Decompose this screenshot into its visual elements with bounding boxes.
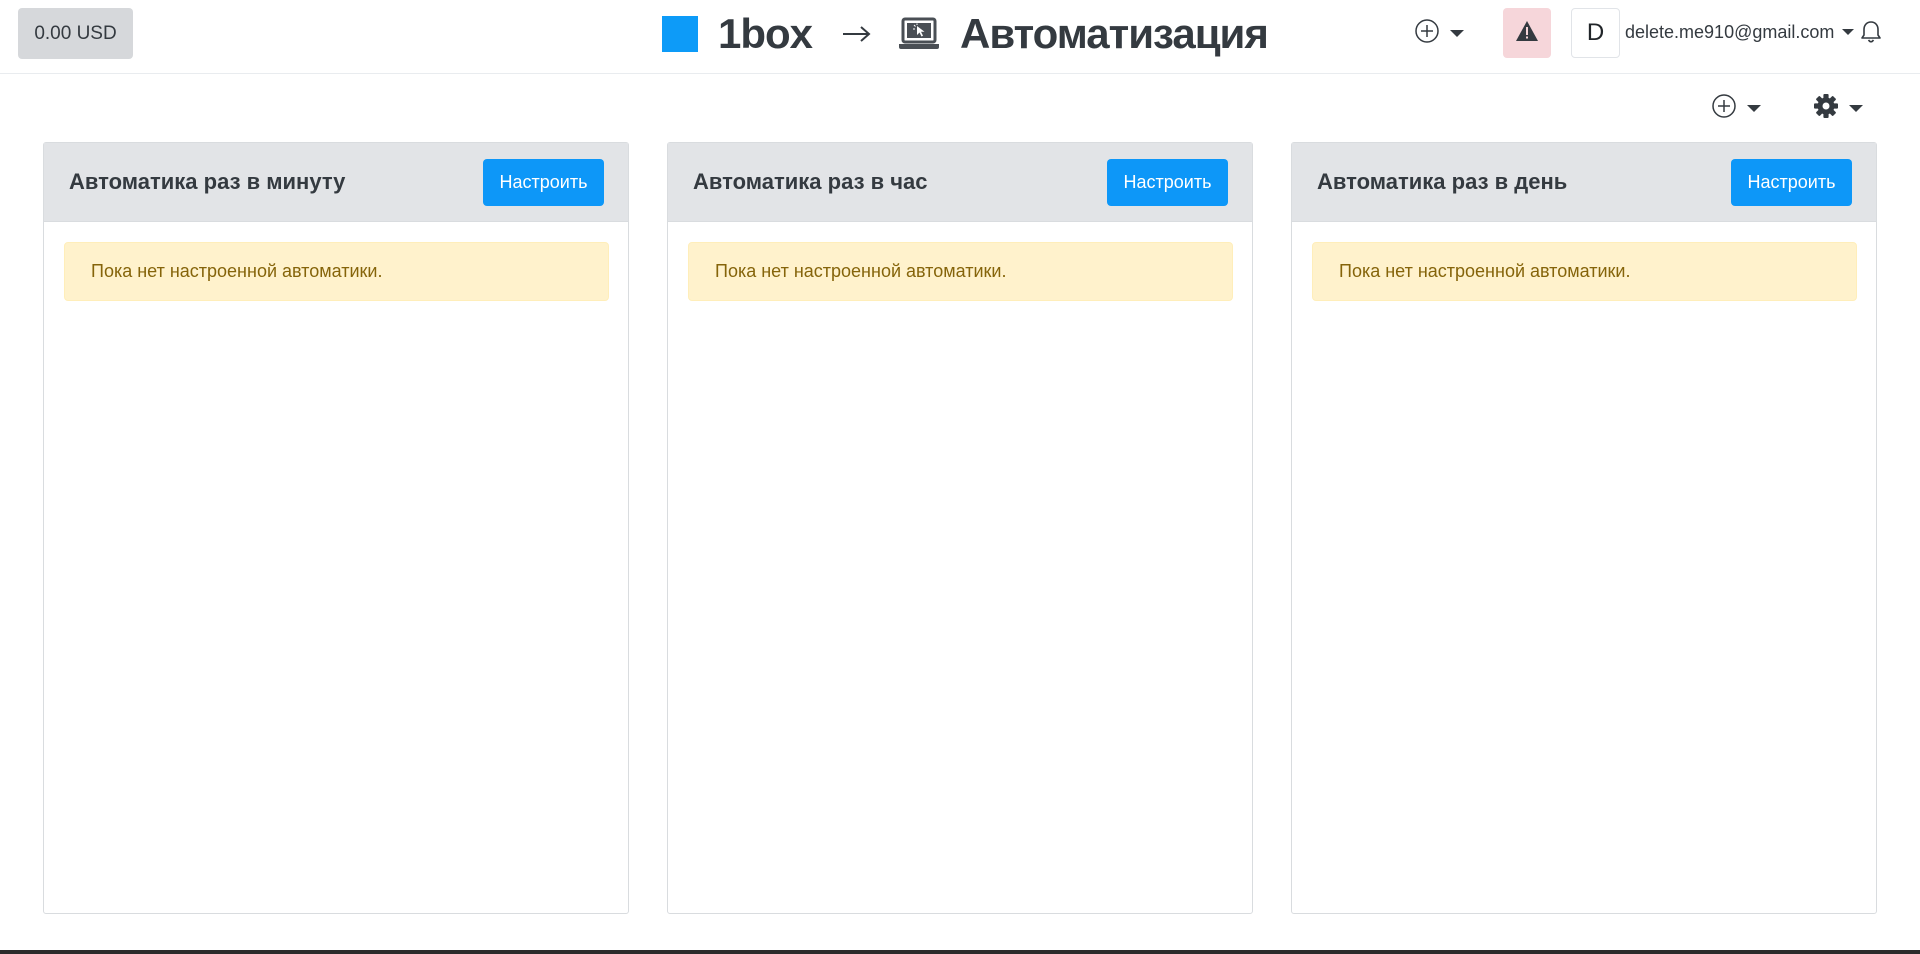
user-menu[interactable]: delete.me910@gmail.com — [1625, 18, 1855, 46]
automation-card-day: Автоматика раз в день Настроить Пока нет… — [1291, 142, 1877, 914]
bell-icon[interactable] — [1858, 18, 1884, 46]
alert-button[interactable] — [1503, 8, 1551, 58]
chevron-down-icon — [1747, 104, 1761, 112]
settings-dropdown[interactable] — [1813, 93, 1863, 123]
card-header: Автоматика раз в минуту Настроить — [44, 143, 628, 222]
chevron-down-icon — [1849, 104, 1863, 112]
balance-badge[interactable]: 0.00 USD — [18, 8, 133, 59]
bottom-divider — [0, 950, 1920, 954]
laptop-cursor-icon — [898, 17, 940, 51]
empty-state-alert: Пока нет настроенной автоматики. — [64, 242, 609, 301]
warning-triangle-icon — [1515, 20, 1539, 47]
automation-card-minute: Автоматика раз в минуту Настроить Пока н… — [43, 142, 629, 914]
brand-logo-icon[interactable] — [662, 16, 698, 52]
gear-icon — [1813, 93, 1839, 124]
arrow-right-icon — [842, 24, 872, 44]
configure-button[interactable]: Настроить — [483, 159, 604, 206]
card-title: Автоматика раз в день — [1317, 169, 1568, 194]
brand-name[interactable]: 1box — [718, 10, 813, 58]
configure-button[interactable]: Настроить — [1107, 159, 1228, 206]
chevron-down-icon — [1450, 29, 1464, 37]
plus-circle-icon — [1414, 18, 1440, 49]
add-automation-dropdown[interactable] — [1711, 93, 1761, 123]
plus-circle-icon — [1711, 93, 1737, 124]
page-title: Автоматизация — [960, 10, 1269, 57]
user-email: delete.me910@gmail.com — [1625, 21, 1835, 42]
card-header: Автоматика раз в час Настроить — [668, 143, 1252, 222]
card-header: Автоматика раз в день Настроить — [1292, 143, 1876, 222]
chevron-down-icon — [1842, 29, 1855, 35]
empty-state-alert: Пока нет настроенной автоматики. — [1312, 242, 1857, 301]
automation-card-hour: Автоматика раз в час Настроить Пока нет … — [667, 142, 1253, 914]
configure-button[interactable]: Настроить — [1731, 159, 1852, 206]
top-navbar: 0.00 USD 1box Автоматизация D delete.me9… — [0, 0, 1920, 74]
create-dropdown[interactable] — [1414, 18, 1464, 48]
card-title: Автоматика раз в минуту — [69, 169, 346, 194]
avatar[interactable]: D — [1571, 8, 1620, 58]
empty-state-alert: Пока нет настроенной автоматики. — [688, 242, 1233, 301]
card-title: Автоматика раз в час — [693, 169, 928, 194]
brand-breadcrumb: 1box Автоматизация — [662, 8, 1269, 60]
